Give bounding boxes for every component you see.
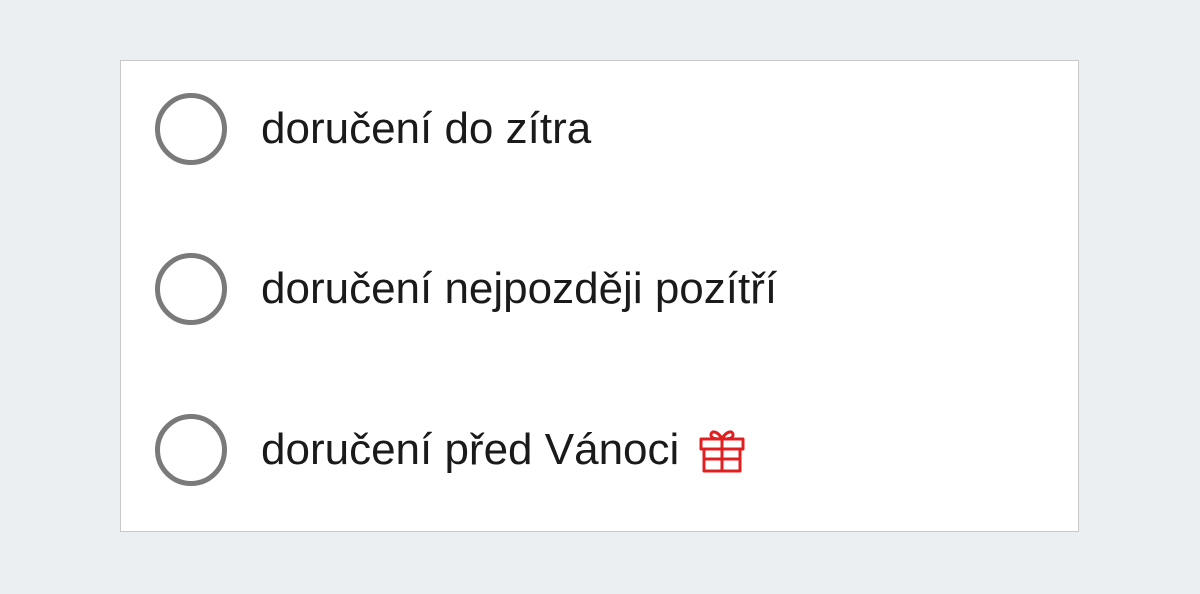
radio-button-day-after-tomorrow[interactable]: [155, 253, 227, 325]
delivery-option-before-christmas[interactable]: doručení před Vánoci: [155, 408, 747, 492]
delivery-option-day-after-tomorrow[interactable]: doručení nejpozději pozítří: [155, 247, 777, 331]
radio-button-tomorrow[interactable]: [155, 93, 227, 165]
delivery-option-label: doručení do zítra: [261, 104, 592, 153]
delivery-option-label: doručení před Vánoci: [261, 425, 680, 474]
delivery-option-label: doručení nejpozději pozítří: [261, 264, 778, 313]
delivery-option-tomorrow[interactable]: doručení do zítra: [155, 87, 591, 171]
gift-icon: [697, 425, 747, 475]
delivery-options-panel: doručení do zítra doručení nejpozději po…: [120, 60, 1079, 532]
radio-button-before-christmas[interactable]: [155, 414, 227, 486]
